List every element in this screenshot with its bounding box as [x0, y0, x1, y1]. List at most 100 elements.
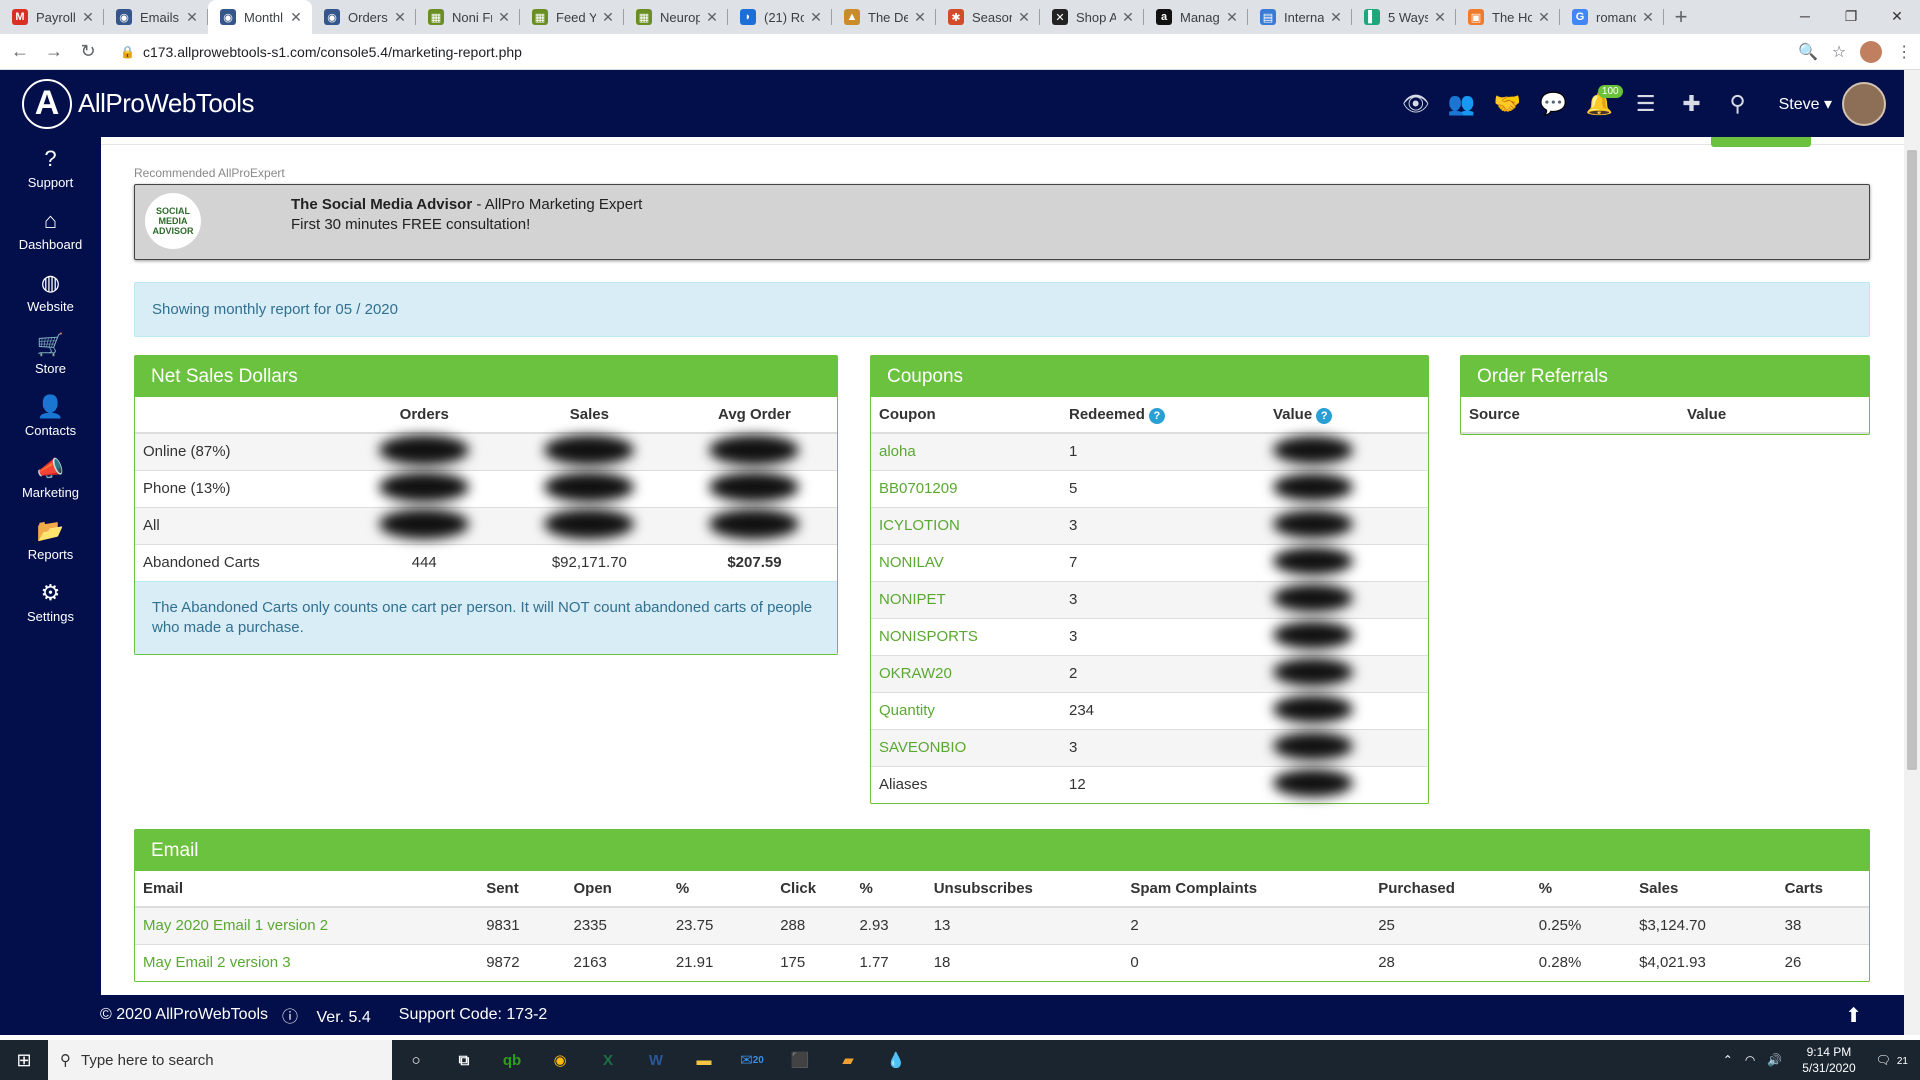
search-icon[interactable]: ⚲ [1715, 81, 1761, 127]
email-link[interactable]: May 2020 Email 1 version 2 [135, 906, 479, 944]
task-list-icon[interactable]: ☰ [1623, 81, 1669, 127]
sidebar-item-dashboard[interactable]: ⌂ Dashboard [0, 199, 101, 261]
user-menu[interactable]: Steve ▾ [1779, 94, 1832, 114]
vertical-scrollbar[interactable] [1904, 70, 1920, 1035]
file-explorer-icon[interactable]: ▬ [680, 1040, 728, 1080]
browser-tab[interactable]: ▲ The De ✕ [832, 0, 936, 34]
browser-menu-icon[interactable]: ⋮ [1896, 42, 1912, 62]
windows-start-icon[interactable]: ⊞ [0, 1040, 48, 1080]
tab-close-icon[interactable]: ✕ [80, 9, 96, 26]
sidebar-item-reports[interactable]: 📂 Reports [0, 509, 101, 571]
tab-close-icon[interactable]: ✕ [184, 9, 200, 26]
chat-icon[interactable]: 💬 [1531, 81, 1577, 127]
tab-close-icon[interactable]: ✕ [704, 9, 720, 26]
help-icon[interactable]: ? [1316, 407, 1333, 424]
help-icon[interactable]: ? [1148, 407, 1165, 424]
network-icon[interactable]: ◠ [1745, 1053, 1755, 1067]
coupon-link[interactable]: NONISPORTS [871, 617, 1061, 655]
tab-close-icon[interactable]: ✕ [808, 9, 824, 26]
tab-close-icon[interactable]: ✕ [1536, 9, 1552, 26]
notifications-icon[interactable]: 🔔 100 [1577, 81, 1623, 127]
browser-tab[interactable]: M Payroll | ✕ [0, 0, 104, 34]
plus-icon[interactable]: ✚ [1669, 81, 1715, 127]
coupon-link[interactable]: SAVEONBIO [871, 728, 1061, 766]
url-field[interactable]: 🔒 c173.allprowebtools-s1.com/console5.4/… [112, 38, 1792, 66]
column-header: Unsubscribes [925, 871, 1123, 908]
tab-close-icon[interactable]: ✕ [1120, 9, 1136, 26]
excel-icon[interactable]: X [584, 1040, 632, 1080]
browser-tab[interactable]: ▦ Neurop ✕ [624, 0, 728, 34]
scrollbar-thumb[interactable] [1907, 150, 1917, 770]
tab-close-icon[interactable]: ✕ [496, 9, 512, 26]
chrome-icon[interactable]: ◉ [536, 1040, 584, 1080]
coupon-link[interactable]: NONILAV [871, 543, 1061, 581]
browser-tab[interactable]: ✱ Season ✕ [936, 0, 1040, 34]
browser-tab[interactable]: ◗ (21) Ro ✕ [728, 0, 832, 34]
browser-tab[interactable]: Gromanc ✕ [1560, 0, 1664, 34]
tab-close-icon[interactable]: ✕ [600, 9, 616, 26]
maximize-icon[interactable]: ❐ [1828, 0, 1874, 32]
sidebar-item-support[interactable]: ? Support [0, 137, 101, 199]
sidebar-item-contacts[interactable]: 👤 Contacts [0, 385, 101, 447]
recommended-expert-card[interactable]: SOCIAL MEDIA ADVISOR The Social Media Ad… [134, 184, 1870, 260]
new-tab-button[interactable]: + [1664, 0, 1698, 34]
browser-tab[interactable]: ▦ Feed Yo✕ [520, 0, 624, 34]
sidebar-item-website[interactable]: ◍ Website [0, 261, 101, 323]
coupon-link[interactable]: aloha [871, 432, 1061, 470]
tab-close-icon[interactable]: ✕ [912, 9, 928, 26]
tab-close-icon[interactable]: ✕ [1224, 9, 1240, 26]
browser-tab[interactable]: ◉ Emails | ✕ [104, 0, 208, 34]
avatar[interactable] [1842, 81, 1886, 126]
tray-chevron-icon[interactable]: ⌃ [1723, 1053, 1733, 1067]
close-window-icon[interactable]: ✕ [1874, 0, 1920, 32]
tab-close-icon[interactable]: ✕ [1328, 9, 1344, 26]
quickbooks-icon[interactable]: qb [488, 1040, 536, 1080]
droplet-app-icon[interactable]: 💧 [872, 1040, 920, 1080]
sidebar-item-store[interactable]: 🛒 Store [0, 323, 101, 385]
minimize-icon[interactable]: ─ [1782, 0, 1828, 32]
users-icon[interactable]: 👥 [1439, 81, 1485, 127]
extension-avatar[interactable] [1860, 40, 1883, 63]
browser-tab[interactable]: ✕Shop Al✕ [1040, 0, 1144, 34]
volume-icon[interactable]: 🔊 [1767, 1053, 1782, 1067]
mail-icon[interactable]: ✉ 20 [728, 1040, 776, 1080]
tab-close-icon[interactable]: ✕ [392, 9, 408, 26]
acrobat-icon[interactable]: ⬛ [776, 1040, 824, 1080]
tab-close-icon[interactable]: ✕ [1432, 9, 1448, 26]
browser-tab[interactable]: ▣ The Ho ✕ [1456, 0, 1560, 34]
tab-close-icon[interactable]: ✕ [1640, 9, 1656, 26]
coupon-link[interactable]: ICYLOTION [871, 506, 1061, 544]
top-action-button[interactable] [1711, 137, 1811, 147]
coupon-link[interactable]: BB0701209 [871, 469, 1061, 507]
app-logo[interactable]: A AllProWebTools [22, 78, 255, 129]
email-link[interactable]: May Email 2 version 3 [135, 943, 479, 981]
word-icon[interactable]: W [632, 1040, 680, 1080]
task-view-icon[interactable]: ⧉ [440, 1040, 488, 1080]
bookmark-star-icon[interactable]: ☆ [1832, 42, 1846, 62]
browser-tab[interactable]: ▌ 5 Ways ✕ [1352, 0, 1456, 34]
coupon-link[interactable]: Quantity [871, 691, 1061, 729]
scroll-top-icon[interactable]: ⬆ [1845, 1003, 1862, 1028]
handshake-icon[interactable]: 🤝 [1485, 81, 1531, 127]
coupon-link[interactable]: OKRAW20 [871, 654, 1061, 692]
back-icon[interactable]: ← [6, 38, 34, 66]
coupon-link[interactable]: NONIPET [871, 580, 1061, 618]
reload-icon[interactable]: ↻ [74, 38, 102, 66]
eye-icon[interactable]: 👁 [1393, 81, 1439, 127]
zoom-icon[interactable]: 🔍 [1798, 42, 1818, 62]
notification-center-icon[interactable]: 🗨 21 [1876, 1053, 1914, 1067]
browser-tab[interactable]: ◉ Orders | ✕ [312, 0, 416, 34]
browser-tab[interactable]: ▤ Interna ✕ [1248, 0, 1352, 34]
cortana-icon[interactable]: ○ [392, 1040, 440, 1080]
tab-close-icon[interactable]: ✕ [288, 9, 304, 26]
sidebar-item-settings[interactable]: ⚙ Settings [0, 571, 101, 633]
forward-icon[interactable]: → [40, 38, 68, 66]
taskbar-search[interactable]: ⚲ Type here to search [48, 1040, 392, 1080]
browser-tab[interactable]: ◉ Monthl ✕ [208, 0, 312, 34]
clock[interactable]: 9:14 PM 5/31/2020 [1802, 1044, 1855, 1076]
tab-close-icon[interactable]: ✕ [1016, 9, 1032, 26]
browser-tab[interactable]: a Manag ✕ [1144, 0, 1248, 34]
app-book-icon[interactable]: ▰ [824, 1040, 872, 1080]
sidebar-item-marketing[interactable]: 📣 Marketing [0, 447, 101, 509]
browser-tab[interactable]: ▦ Noni Fr ✕ [416, 0, 520, 34]
